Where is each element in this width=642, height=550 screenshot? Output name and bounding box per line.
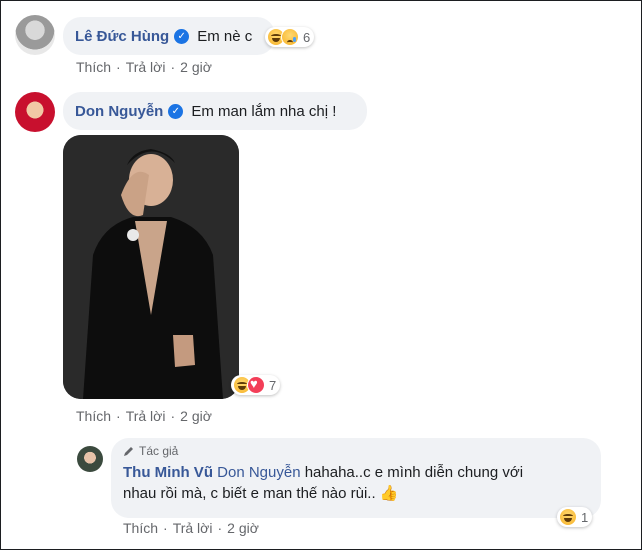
timestamp[interactable]: 2 giờ <box>180 408 212 424</box>
reply-text-line1: hahaha..c e mình diễn chung với <box>300 464 524 481</box>
pencil-icon <box>124 447 133 456</box>
reply-author[interactable]: Thu Minh Vũ <box>123 464 213 481</box>
haha-icon <box>559 508 577 526</box>
comment-photo[interactable] <box>63 135 239 399</box>
like-link[interactable]: Thích <box>76 59 111 75</box>
mention-link[interactable]: Don Nguyễn <box>217 464 300 481</box>
reaction-summary[interactable]: 1 <box>557 507 593 527</box>
like-link[interactable]: Thích <box>76 408 111 424</box>
timestamp[interactable]: 2 giờ <box>227 520 259 536</box>
avatar[interactable] <box>77 446 103 472</box>
comment-actions: Thích · Trả lời · 2 giờ <box>76 59 212 75</box>
separator: · <box>116 408 121 424</box>
reply-link[interactable]: Trả lời <box>173 520 213 536</box>
reply-bubble: Tác giả Thu Minh Vũ Don Nguyễn hahaha..c… <box>111 438 601 518</box>
author-badge-label: Tác giả <box>139 444 179 458</box>
separator: · <box>217 520 223 536</box>
reply-text: Thu Minh Vũ Don Nguyễn hahaha..c e mình … <box>123 462 589 504</box>
comment-author[interactable]: Lê Đức Hùng <box>75 28 169 45</box>
comment-actions: Thích · Trả lời · 2 giờ <box>76 408 212 424</box>
separator: · <box>170 408 176 424</box>
comment-author[interactable]: Don Nguyễn <box>75 103 163 120</box>
reply-link[interactable]: Trả lời <box>126 408 166 424</box>
person-photo-image <box>63 135 239 399</box>
verified-icon: ✓ <box>174 28 190 44</box>
separator: · <box>170 59 176 75</box>
avatar[interactable] <box>15 92 55 132</box>
timestamp[interactable]: 2 giờ <box>180 59 212 75</box>
thumbs-up-icon: 👍 <box>379 485 399 502</box>
like-link[interactable]: Thích <box>123 520 158 536</box>
comment-bubble: Don Nguyễn ✓ Em man lắm nha chị ! <box>63 92 367 130</box>
comment-text: Em man lắm nha chị ! <box>191 102 337 120</box>
reaction-count: 6 <box>303 29 311 45</box>
comment-bubble: Lê Đức Hùng ✓ Em nè c <box>63 17 275 55</box>
love-icon <box>247 376 265 394</box>
reply-text-line2: nhau rồi mà, c biết e man thế nào rùi.. <box>123 485 376 502</box>
reply-actions: Thích · Trả lời · 2 giờ <box>123 520 259 536</box>
reaction-summary[interactable]: 6 <box>265 27 315 47</box>
avatar[interactable] <box>15 15 55 55</box>
reaction-count: 7 <box>269 377 277 393</box>
reaction-summary[interactable]: 7 <box>231 375 281 395</box>
reply-link[interactable]: Trả lời <box>126 59 166 75</box>
author-badge: Tác giả <box>123 444 589 458</box>
reaction-count: 1 <box>581 509 589 525</box>
separator: · <box>163 520 168 536</box>
separator: · <box>116 59 121 75</box>
comment-text: Em nè c <box>197 27 253 45</box>
sad-icon <box>281 28 299 46</box>
verified-icon: ✓ <box>168 103 184 119</box>
